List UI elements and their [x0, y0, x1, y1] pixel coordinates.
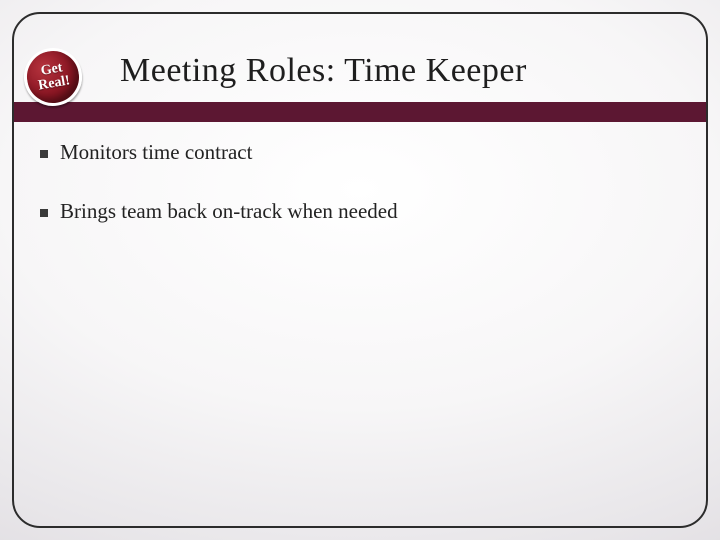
bullet-icon — [40, 209, 48, 217]
badge-text: Get Real! — [35, 60, 71, 93]
badge-circle: Get Real! — [19, 43, 86, 110]
slide-content: Monitors time contract Brings team back … — [40, 140, 680, 258]
bullet-text-2: Brings team back on-track when needed — [60, 199, 398, 224]
slide-title: Meeting Roles: Time Keeper — [120, 52, 527, 90]
bullet-icon — [40, 150, 48, 158]
list-item: Brings team back on-track when needed — [40, 199, 680, 224]
slide: Get Real! Meeting Roles: Time Keeper Mon… — [0, 0, 720, 540]
bullet-text-1: Monitors time contract — [60, 140, 252, 165]
title-accent-bar — [14, 102, 706, 122]
list-item: Monitors time contract — [40, 140, 680, 165]
get-real-badge: Get Real! — [24, 48, 84, 108]
